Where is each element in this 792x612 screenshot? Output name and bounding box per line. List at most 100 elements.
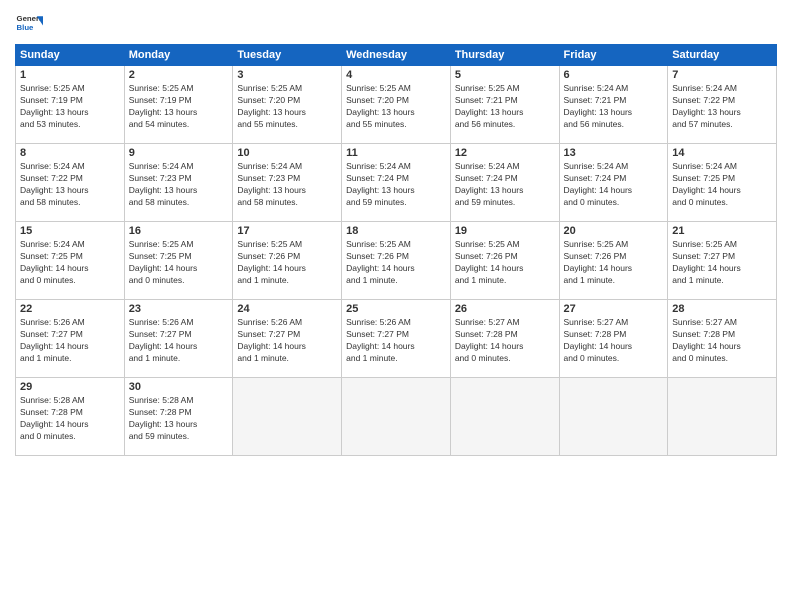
calendar-cell: 24 Sunrise: 5:26 AMSunset: 7:27 PMDayligh… [233,300,342,378]
day-number: 26 [455,303,555,315]
calendar-cell: 27 Sunrise: 5:27 AMSunset: 7:28 PMDayligh… [559,300,668,378]
day-info: Sunrise: 5:25 AMSunset: 7:27 PMDaylight:… [672,239,772,287]
calendar-cell: 30Sunrise: 5:28 AMSunset: 7:28 PMDayligh… [124,378,233,456]
calendar-week-row: 1 Sunrise: 5:25 AMSunset: 7:19 PMDaylight… [16,66,777,144]
day-info: Sunrise: 5:24 AMSunset: 7:23 PMDaylight:… [237,161,337,209]
day-number: 14 [672,147,772,159]
calendar-cell: 7 Sunrise: 5:24 AMSunset: 7:22 PMDaylight… [668,66,777,144]
day-info: Sunrise: 5:24 AMSunset: 7:24 PMDaylight:… [455,161,555,209]
day-number: 27 [564,303,664,315]
weekday-header-friday: Friday [559,45,668,66]
day-number: 18 [346,225,446,237]
calendar-cell: 22 Sunrise: 5:26 AMSunset: 7:27 PMDayligh… [16,300,125,378]
weekday-header-saturday: Saturday [668,45,777,66]
day-info: Sunrise: 5:25 AMSunset: 7:26 PMDaylight:… [564,239,664,287]
calendar-cell: 2Sunrise: 5:25 AMSunset: 7:19 PMDaylight… [124,66,233,144]
calendar-cell: 29 Sunrise: 5:28 AMSunset: 7:28 PMDayligh… [16,378,125,456]
calendar-cell: 16Sunrise: 5:25 AMSunset: 7:25 PMDayligh… [124,222,233,300]
day-info: Sunrise: 5:26 AMSunset: 7:27 PMDaylight:… [129,317,229,365]
calendar-cell [342,378,451,456]
calendar-cell: 1 Sunrise: 5:25 AMSunset: 7:19 PMDaylight… [16,66,125,144]
day-number: 13 [564,147,664,159]
day-number: 28 [672,303,772,315]
calendar-table: SundayMondayTuesdayWednesdayThursdayFrid… [15,44,777,456]
day-number: 24 [237,303,337,315]
calendar-cell: 8 Sunrise: 5:24 AMSunset: 7:22 PMDaylight… [16,144,125,222]
day-number: 4 [346,69,446,81]
day-info: Sunrise: 5:24 AMSunset: 7:25 PMDaylight:… [20,239,120,287]
day-info: Sunrise: 5:24 AMSunset: 7:23 PMDaylight:… [129,161,229,209]
day-number: 7 [672,69,772,81]
weekday-header-wednesday: Wednesday [342,45,451,66]
calendar-cell: 15 Sunrise: 5:24 AMSunset: 7:25 PMDayligh… [16,222,125,300]
day-info: Sunrise: 5:24 AMSunset: 7:25 PMDaylight:… [672,161,772,209]
day-number: 15 [20,225,120,237]
calendar-week-row: 8 Sunrise: 5:24 AMSunset: 7:22 PMDaylight… [16,144,777,222]
day-number: 2 [129,69,229,81]
calendar-cell: 20 Sunrise: 5:25 AMSunset: 7:26 PMDayligh… [559,222,668,300]
day-info: Sunrise: 5:24 AMSunset: 7:22 PMDaylight:… [672,83,772,131]
calendar-cell: 28 Sunrise: 5:27 AMSunset: 7:28 PMDayligh… [668,300,777,378]
calendar-cell: 17 Sunrise: 5:25 AMSunset: 7:26 PMDayligh… [233,222,342,300]
day-info: Sunrise: 5:27 AMSunset: 7:28 PMDaylight:… [564,317,664,365]
day-number: 10 [237,147,337,159]
day-number: 8 [20,147,120,159]
day-number: 1 [20,69,120,81]
day-info: Sunrise: 5:25 AMSunset: 7:26 PMDaylight:… [237,239,337,287]
calendar-cell: 25 Sunrise: 5:26 AMSunset: 7:27 PMDayligh… [342,300,451,378]
calendar-cell: 6 Sunrise: 5:24 AMSunset: 7:21 PMDaylight… [559,66,668,144]
day-number: 16 [129,225,229,237]
calendar-week-row: 15 Sunrise: 5:24 AMSunset: 7:25 PMDayligh… [16,222,777,300]
day-number: 6 [564,69,664,81]
day-number: 5 [455,69,555,81]
day-number: 17 [237,225,337,237]
weekday-header-monday: Monday [124,45,233,66]
calendar-cell [668,378,777,456]
day-info: Sunrise: 5:24 AMSunset: 7:22 PMDaylight:… [20,161,120,209]
day-info: Sunrise: 5:25 AMSunset: 7:19 PMDaylight:… [20,83,120,131]
general-blue-logo-icon: General Blue [15,10,43,38]
svg-text:Blue: Blue [17,23,35,32]
day-info: Sunrise: 5:26 AMSunset: 7:27 PMDaylight:… [237,317,337,365]
calendar-cell: 12Sunrise: 5:24 AMSunset: 7:24 PMDayligh… [450,144,559,222]
calendar-cell: 9 Sunrise: 5:24 AMSunset: 7:23 PMDaylight… [124,144,233,222]
day-info: Sunrise: 5:27 AMSunset: 7:28 PMDaylight:… [455,317,555,365]
day-number: 19 [455,225,555,237]
day-info: Sunrise: 5:25 AMSunset: 7:20 PMDaylight:… [237,83,337,131]
day-info: Sunrise: 5:25 AMSunset: 7:26 PMDaylight:… [455,239,555,287]
day-number: 11 [346,147,446,159]
calendar-cell: 23 Sunrise: 5:26 AMSunset: 7:27 PMDayligh… [124,300,233,378]
day-number: 23 [129,303,229,315]
day-number: 21 [672,225,772,237]
day-info: Sunrise: 5:24 AMSunset: 7:24 PMDaylight:… [564,161,664,209]
day-number: 25 [346,303,446,315]
weekday-header-tuesday: Tuesday [233,45,342,66]
calendar-cell: 13 Sunrise: 5:24 AMSunset: 7:24 PMDayligh… [559,144,668,222]
day-number: 9 [129,147,229,159]
day-info: Sunrise: 5:25 AMSunset: 7:20 PMDaylight:… [346,83,446,131]
calendar-cell: 21 Sunrise: 5:25 AMSunset: 7:27 PMDayligh… [668,222,777,300]
calendar-week-row: 22 Sunrise: 5:26 AMSunset: 7:27 PMDayligh… [16,300,777,378]
weekday-header-row: SundayMondayTuesdayWednesdayThursdayFrid… [16,45,777,66]
calendar-cell: 3Sunrise: 5:25 AMSunset: 7:20 PMDaylight… [233,66,342,144]
logo: General Blue [15,10,43,38]
day-info: Sunrise: 5:24 AMSunset: 7:21 PMDaylight:… [564,83,664,131]
day-number: 29 [20,381,120,393]
day-info: Sunrise: 5:28 AMSunset: 7:28 PMDaylight:… [20,395,120,443]
day-info: Sunrise: 5:27 AMSunset: 7:28 PMDaylight:… [672,317,772,365]
calendar-cell: 18 Sunrise: 5:25 AMSunset: 7:26 PMDayligh… [342,222,451,300]
weekday-header-sunday: Sunday [16,45,125,66]
day-info: Sunrise: 5:24 AMSunset: 7:24 PMDaylight:… [346,161,446,209]
calendar-cell: 4 Sunrise: 5:25 AMSunset: 7:20 PMDaylight… [342,66,451,144]
calendar-cell: 26 Sunrise: 5:27 AMSunset: 7:28 PMDayligh… [450,300,559,378]
day-number: 20 [564,225,664,237]
calendar-week-row: 29 Sunrise: 5:28 AMSunset: 7:28 PMDayligh… [16,378,777,456]
day-info: Sunrise: 5:26 AMSunset: 7:27 PMDaylight:… [20,317,120,365]
weekday-header-thursday: Thursday [450,45,559,66]
day-info: Sunrise: 5:26 AMSunset: 7:27 PMDaylight:… [346,317,446,365]
day-info: Sunrise: 5:28 AMSunset: 7:28 PMDaylight:… [129,395,229,443]
calendar-cell [233,378,342,456]
day-info: Sunrise: 5:25 AMSunset: 7:26 PMDaylight:… [346,239,446,287]
day-number: 22 [20,303,120,315]
calendar-cell [559,378,668,456]
